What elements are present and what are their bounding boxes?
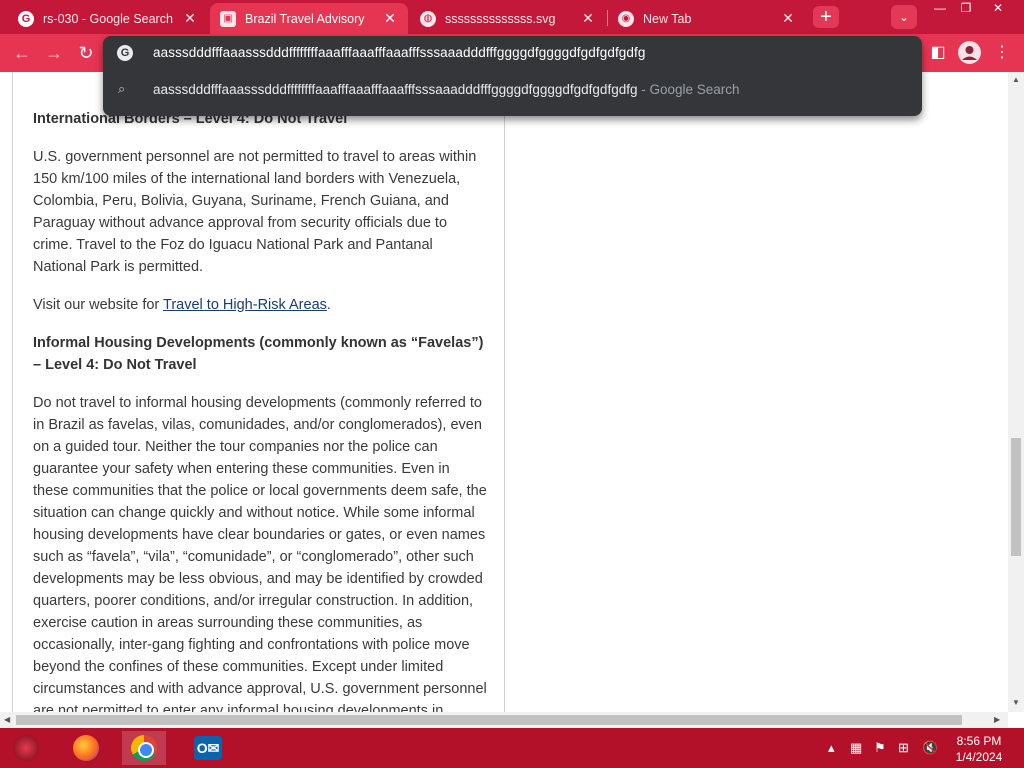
tab-google-search[interactable]: G rs-030 - Google Search ✕ xyxy=(8,3,208,34)
chrome-icon xyxy=(131,735,157,761)
outlook-icon: O✉ xyxy=(194,736,222,760)
close-tab-icon[interactable]: ✕ xyxy=(182,10,198,27)
scrollbar-thumb[interactable] xyxy=(1011,438,1021,556)
google-icon: G xyxy=(18,10,34,27)
taskbar-clock[interactable]: 8:56 PM 1/4/2024 xyxy=(948,733,1010,765)
tab-title: New Tab xyxy=(643,11,692,26)
close-icon: ✕ xyxy=(992,1,1004,15)
tab-brazil-travel-advisory[interactable]: ▣ Brazil Travel Advisory ✕ xyxy=(210,3,408,34)
close-tab-icon[interactable]: ✕ xyxy=(382,10,398,27)
site-icon: ▣ xyxy=(220,10,236,27)
scroll-left-arrow-icon[interactable]: ◀ xyxy=(4,715,10,724)
tab-title: Brazil Travel Advisory xyxy=(245,11,365,26)
tab-title: rs-030 - Google Search xyxy=(43,11,173,26)
borders-paragraph: U.S. government personnel are not permit… xyxy=(33,149,477,275)
reload-icon: ↻ xyxy=(78,43,94,63)
tab-search-button[interactable]: ⌄ xyxy=(891,5,917,29)
close-tab-icon[interactable]: ✕ xyxy=(580,10,596,27)
firefox-icon xyxy=(73,735,99,761)
minimize-icon: — xyxy=(934,1,946,15)
search-icon: ⌕ xyxy=(118,81,126,96)
close-tab-icon[interactable]: ✕ xyxy=(780,10,796,27)
volume-button[interactable]: 🔇 xyxy=(922,740,938,756)
tab-svg-file[interactable]: ◍ ssssssssssssss.svg ✕ xyxy=(410,3,606,34)
vertical-scrollbar[interactable]: ▲ ▼ xyxy=(1008,72,1024,712)
text: Visit our website for xyxy=(33,297,164,313)
start-icon xyxy=(13,735,39,761)
scrollbar-thumb[interactable] xyxy=(16,715,962,725)
close-window-button[interactable]: ✕ xyxy=(984,0,1012,18)
address-bar[interactable]: G aasssdddfffaaasssdddffffffffaaafffaaaf… xyxy=(103,36,922,69)
network-icon: ⊞ xyxy=(898,740,909,755)
chevron-up-icon: ▴ xyxy=(828,740,835,755)
clock-time: 8:56 PM xyxy=(956,734,1002,748)
show-hidden-icons-button[interactable]: ▴ xyxy=(828,740,835,756)
display-tray-button[interactable]: ▦ xyxy=(850,740,862,756)
suggestion-suffix: - Google Search xyxy=(637,81,740,97)
address-input[interactable]: aasssdddfffaaasssdddffffffffaaafffaaafff… xyxy=(153,45,645,60)
back-button[interactable]: ← xyxy=(8,39,36,67)
horizontal-scrollbar[interactable]: ◀ ▶ xyxy=(0,712,1008,728)
person-icon xyxy=(962,46,977,60)
start-button[interactable] xyxy=(4,731,48,765)
clock-date: 1/4/2024 xyxy=(955,750,1003,764)
back-arrow-icon: ← xyxy=(13,43,31,63)
omnibox-dropdown: G aasssdddfffaaasssdddffffffffaaafffaaaf… xyxy=(103,36,922,116)
network-button[interactable]: ⊞ xyxy=(898,740,909,756)
suggestion-text: aasssdddfffaaasssdddffffffffaaafffaaafff… xyxy=(153,82,740,97)
reload-button[interactable]: ↻ xyxy=(72,39,100,67)
action-center-flag-button[interactable]: ⚑ xyxy=(874,740,886,756)
flag-icon: ⚑ xyxy=(874,740,886,755)
more-vert-icon: ⋮ xyxy=(994,44,1010,61)
chrome-icon: ◉ xyxy=(618,10,634,27)
forward-button[interactable]: → xyxy=(40,39,68,67)
high-risk-areas-link[interactable]: Travel to High-Risk Areas xyxy=(163,297,327,313)
advisory-article: International Borders – Level 4: Do Not … xyxy=(33,108,488,712)
globe-icon: ◍ xyxy=(420,10,436,27)
scroll-down-arrow-icon[interactable]: ▼ xyxy=(1012,698,1020,707)
side-panel-button[interactable]: ◧ xyxy=(924,39,952,67)
taskbar-chrome[interactable] xyxy=(122,731,166,765)
taskbar-firefox[interactable] xyxy=(64,731,108,765)
profile-avatar-button[interactable] xyxy=(958,41,981,64)
menu-button[interactable]: ⋮ xyxy=(988,39,1016,67)
taskbar-outlook[interactable]: O✉ xyxy=(186,731,230,765)
restore-icon: ❐ xyxy=(960,1,972,15)
high-risk-paragraph: Visit our website for Travel to High-Ris… xyxy=(33,294,488,316)
column-divider xyxy=(12,72,13,712)
tab-new-tab[interactable]: ◉ New Tab ✕ xyxy=(608,3,806,34)
side-panel-icon: ◧ xyxy=(930,44,946,61)
search-suggestion[interactable]: ⌕ aasssdddfffaaasssdddffffffffaaafffaaaf… xyxy=(103,73,922,105)
new-tab-button[interactable]: + xyxy=(813,6,839,28)
restore-button[interactable]: ❐ xyxy=(952,0,980,18)
google-icon: G xyxy=(117,44,133,61)
tab-title: ssssssssssssss.svg xyxy=(445,11,556,26)
minimize-button[interactable]: — xyxy=(926,0,954,18)
favelas-paragraph: Do not travel to informal housing develo… xyxy=(33,395,487,712)
volume-muted-icon: 🔇 xyxy=(922,740,939,755)
column-divider xyxy=(504,72,505,712)
page-content: International Borders – Level 4: Do Not … xyxy=(0,72,1008,712)
text: . xyxy=(326,297,331,313)
scroll-right-arrow-icon[interactable]: ▶ xyxy=(994,715,1000,724)
chevron-down-icon: ⌄ xyxy=(898,10,910,24)
scroll-up-arrow-icon[interactable]: ▲ xyxy=(1012,75,1020,84)
display-icon: ▦ xyxy=(850,740,863,755)
forward-arrow-icon: → xyxy=(45,43,63,63)
section-heading-favelas: Informal Housing Developments (commonly … xyxy=(33,335,484,373)
suggestion-query: aasssdddfffaaasssdddffffffffaaafffaaafff… xyxy=(153,81,638,97)
